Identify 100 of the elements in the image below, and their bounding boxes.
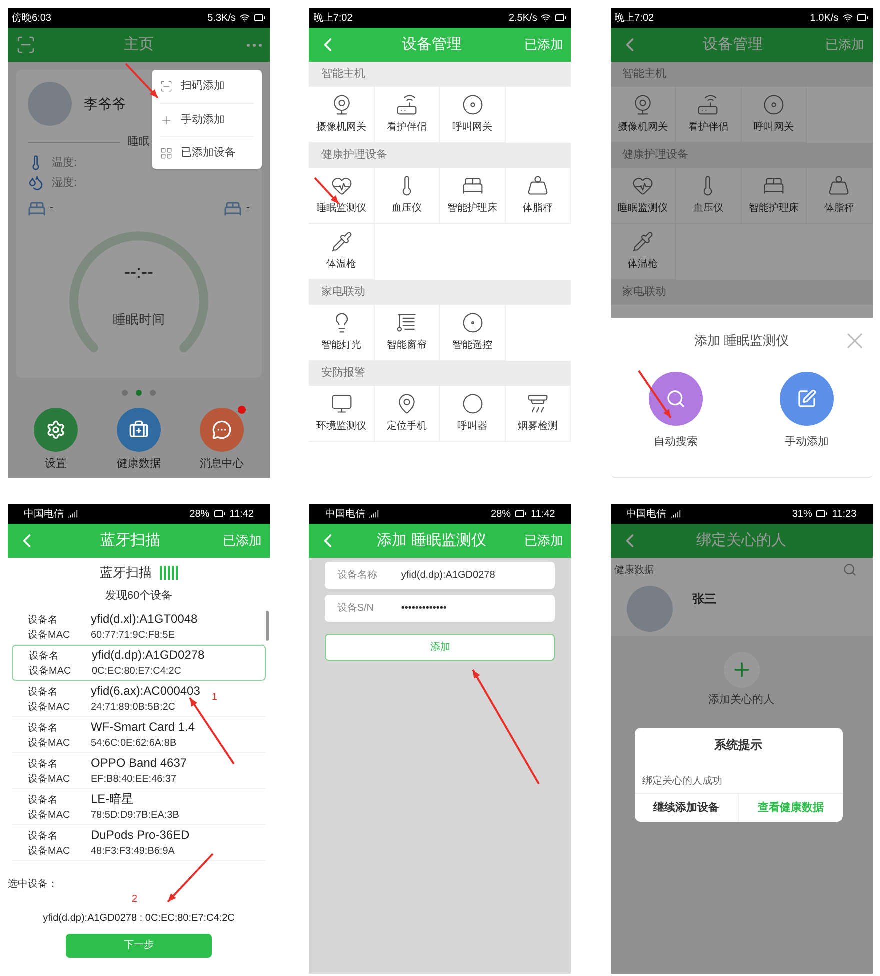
field-label: 设备名 xyxy=(28,614,59,628)
plus-icon xyxy=(160,114,173,126)
field-label: 设备名 xyxy=(28,722,59,736)
battery-icon xyxy=(254,12,266,24)
carrier-name: 中国电信 xyxy=(626,508,667,522)
action-button[interactable] xyxy=(117,408,161,452)
field-label: 设备名称 xyxy=(337,569,378,583)
header-title: 设备管理 xyxy=(400,34,463,55)
person-card[interactable]: 张三 xyxy=(610,582,873,636)
section-title: 智能主机 xyxy=(622,66,667,82)
status-time: 11:42 xyxy=(531,508,556,522)
router-icon xyxy=(396,94,418,116)
scrollbar xyxy=(266,610,269,640)
network-speed: 2.5K/s xyxy=(508,12,538,26)
gauge-value: --:-- xyxy=(124,261,154,284)
breadcrumb-item[interactable]: 健康数据 xyxy=(614,562,655,578)
header-title: 添加 睡眠监测仪 xyxy=(376,530,488,551)
device-name: OPPO Band 4637 xyxy=(91,754,188,772)
bed-icon xyxy=(224,200,242,218)
battery-icon xyxy=(555,12,568,24)
device-type-tile[interactable]: 体脂秤 xyxy=(506,168,572,224)
carrier-name: 中国电信 xyxy=(325,508,366,522)
avatar xyxy=(626,586,673,632)
heart-pulse-icon xyxy=(330,175,353,197)
device-type-tile[interactable]: 智能护理床 xyxy=(742,168,808,224)
device-name: DuPods Pro-36ED xyxy=(91,826,190,844)
device-type-tile[interactable]: 定位手机 xyxy=(374,386,440,442)
device-type-label: 环境监测仪 xyxy=(316,420,367,434)
bed-icon xyxy=(28,200,46,218)
search-icon[interactable] xyxy=(842,563,857,577)
menu-item[interactable]: 手动添加 xyxy=(160,103,254,136)
signal-icon xyxy=(369,509,380,519)
device-type-label: 智能灯光 xyxy=(322,338,362,353)
status-time: 11:42 xyxy=(230,508,254,522)
bed-icon xyxy=(462,175,484,197)
wifi-icon xyxy=(541,13,552,23)
circle-dot-icon xyxy=(462,312,484,334)
menu-item[interactable]: 已添加设备 xyxy=(160,136,254,169)
field-value: yfid(d.dp):A1GD0278 xyxy=(401,569,496,583)
device-mac: 0C:EC:80:E7:C4:2C xyxy=(92,665,182,679)
device-type-tile[interactable]: 环境监测仪 xyxy=(309,386,375,442)
device-type-label: 呼叫网关 xyxy=(754,120,794,135)
dialog-button[interactable]: 继续添加设备 xyxy=(634,794,738,822)
device-type-label: 体脂秤 xyxy=(824,202,854,216)
menu-item[interactable]: 扫码添加 xyxy=(160,70,254,103)
device-row[interactable]: 设备名 LE-暗星 设备MAC 78:5D:D9:7B:EA:3B xyxy=(12,788,266,824)
status-time: 傍晚6:03 xyxy=(12,12,52,26)
dialog-title: 系统提示 xyxy=(714,737,764,754)
avatar xyxy=(28,82,72,126)
field-label: 设备名 xyxy=(29,650,60,664)
close-icon[interactable] xyxy=(846,333,863,349)
disc-icon xyxy=(762,94,785,116)
scan-icon[interactable] xyxy=(16,35,36,55)
device-row[interactable]: 设备名 WF-Smart Card 1.4 设备MAC 54:6C:0E:62:6A:8B xyxy=(12,716,266,752)
device-row[interactable]: 设备名 OPPO Band 4637 设备MAC EF:B8:40:EE:46:37 xyxy=(12,752,266,788)
device-type-label: 看护伴侣 xyxy=(688,120,728,135)
action-label: 消息中心 xyxy=(200,456,244,472)
device-type-tile[interactable]: 智能护理床 xyxy=(440,168,506,224)
field-label: 设备MAC xyxy=(29,665,72,679)
add-person-label: 添加关心的人 xyxy=(708,692,776,708)
device-name: yfid(6.ax):AC000403 xyxy=(91,682,200,700)
bed-value: - xyxy=(50,201,54,216)
device-mac: EF:B8:40:EE:46:37 xyxy=(91,772,177,786)
section-title: 家电联动 xyxy=(321,284,366,300)
device-type-label: 烟雾检测 xyxy=(518,420,558,434)
step-number: 2 xyxy=(132,892,139,906)
field-label: 设备S/N xyxy=(337,602,375,616)
action-button[interactable] xyxy=(34,408,78,452)
battery-icon xyxy=(816,508,828,520)
device-row[interactable]: 设备名 yfid(d.dp):A1GD0278 设备MAC 0C:EC:80:E7:C4:2C xyxy=(12,644,266,680)
field-label: 设备MAC xyxy=(28,736,72,750)
device-type-tile[interactable]: 血压仪 xyxy=(676,168,742,224)
device-type-tile[interactable]: 烟雾检测 xyxy=(506,386,572,442)
device-type-tile[interactable]: 睡眠监测仪 xyxy=(610,168,676,224)
device-type-label: 摄像机网关 xyxy=(316,120,367,135)
dialog-message: 绑定关心的人成功 xyxy=(642,774,724,789)
input-field[interactable]: 设备S/N ••••••••••••• xyxy=(325,595,556,622)
device-type-tile[interactable]: 呼叫器 xyxy=(440,386,506,442)
weight-icon xyxy=(527,175,550,197)
field-label: 设备名 xyxy=(28,794,59,808)
action-button[interactable] xyxy=(200,408,244,452)
device-type-tile[interactable]: 血压仪 xyxy=(374,168,440,224)
selected-device: yfid(d.dp):A1GD0278 : 0C:EC:80:E7:C4:2C xyxy=(42,912,236,926)
bed-value: - xyxy=(246,201,250,216)
reading-label: 湿度: xyxy=(52,176,78,191)
search-icon xyxy=(666,389,686,409)
scan-title: 蓝牙扫描 xyxy=(100,564,152,582)
gauge-label: 睡眠时间 xyxy=(113,311,165,330)
wifi-icon xyxy=(240,13,250,23)
device-row[interactable]: 设备名 yfid(d.xl):A1GT0048 设备MAC 60:77:71:9C:F8:5E xyxy=(12,608,266,644)
device-type-tile[interactable]: 体脂秤 xyxy=(807,168,873,224)
pipette-icon xyxy=(632,231,654,253)
device-mac: 54:6C:0E:62:6A:8B xyxy=(91,736,177,750)
add-person-button[interactable] xyxy=(724,652,760,688)
section-title: 智能主机 xyxy=(321,66,366,82)
field-label: 设备MAC xyxy=(28,844,72,858)
device-row[interactable]: 设备名 DuPods Pro-36ED 设备MAC 48:F3:F3:49:B6:9A xyxy=(12,824,266,860)
battery-level: 28% xyxy=(491,508,512,522)
input-field[interactable]: 设备名称 yfid(d.dp):A1GD0278 xyxy=(325,562,556,589)
battery-icon xyxy=(515,508,528,520)
